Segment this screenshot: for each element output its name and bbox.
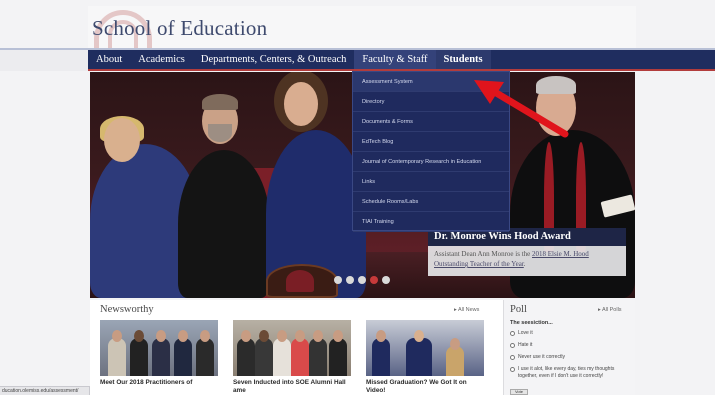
hero-caption: Dr. Monroe Wins Hood Award Assistant Dea… <box>428 228 626 276</box>
poll-options: Love it Hate it Never use it correctly I… <box>510 330 634 385</box>
all-polls-link[interactable]: ▸ All Polls <box>598 307 622 313</box>
nav-item-about[interactable]: About <box>88 50 130 69</box>
news-title[interactable]: Seven Inducted into SOE Alumni Hall ame <box>233 379 351 395</box>
menu-item-journal[interactable]: Journal of Contemporary Research in Educ… <box>353 152 509 172</box>
news-card[interactable]: Missed Graduation? We Got It on Video! <box>366 320 484 394</box>
newsworthy-heading: Newsworthy <box>100 304 154 315</box>
menu-item-links[interactable]: Links <box>353 172 509 192</box>
menu-item-tiai-training[interactable]: TIAI Training <box>353 212 509 232</box>
news-image[interactable] <box>100 320 218 376</box>
carousel-dots <box>334 276 390 284</box>
news-card[interactable]: Seven Inducted into SOE Alumni Hall ame <box>233 320 351 394</box>
all-news-link[interactable]: ▸ All News <box>454 307 479 313</box>
news-title[interactable]: Meet Our 2018 Practitioners of <box>100 379 218 387</box>
nav-item-students[interactable]: Students <box>435 50 491 69</box>
poll-option[interactable]: Never use it correctly <box>510 354 634 361</box>
news-title[interactable]: Missed Graduation? We Got It on Video! <box>366 379 484 395</box>
carousel-dot-2[interactable] <box>346 276 354 284</box>
poll-option[interactable]: Hate it <box>510 342 634 349</box>
status-bar-url: ducation.olemiss.edu/assessment/ <box>0 386 90 395</box>
news-card[interactable]: Meet Our 2018 Practitioners of <box>100 320 218 390</box>
site-title[interactable]: School of Education <box>92 16 267 41</box>
news-image[interactable] <box>366 320 484 376</box>
poll-heading: Poll <box>510 304 527 315</box>
page: School of Education About Academics Depa… <box>0 0 715 395</box>
news-image[interactable] <box>233 320 351 376</box>
poll-option[interactable]: I use it alot, like every day, ties my t… <box>510 366 634 380</box>
radio-button[interactable] <box>510 343 515 348</box>
poll-option[interactable]: Love it <box>510 330 634 337</box>
caption-body: Assistant Dean Ann Monroe is the 2018 El… <box>428 246 626 276</box>
carousel-dot-5[interactable] <box>382 276 390 284</box>
radio-button[interactable] <box>510 331 515 336</box>
arrow-annotation-icon <box>474 80 569 138</box>
carousel-dot-3[interactable] <box>358 276 366 284</box>
site-header: School of Education <box>88 6 636 50</box>
nav-item-departments[interactable]: Departments, Centers, & Outreach <box>193 50 355 69</box>
poll-widget: Poll ▸ All Polls The seesiction... Love … <box>503 300 635 395</box>
nav-item-academics[interactable]: Academics <box>130 50 193 69</box>
main-nav: About Academics Departments, Centers, & … <box>88 50 715 71</box>
poll-question: The seesiction... <box>510 320 553 326</box>
radio-button[interactable] <box>510 355 515 360</box>
radio-button[interactable] <box>510 367 515 372</box>
carousel-dot-1[interactable] <box>334 276 342 284</box>
carousel-dot-4[interactable] <box>370 276 378 284</box>
vote-button[interactable]: Vote <box>510 389 528 395</box>
nav-item-faculty-staff[interactable]: Faculty & Staff <box>354 50 436 69</box>
menu-item-schedule-rooms[interactable]: Schedule Rooms/Labs <box>353 192 509 212</box>
